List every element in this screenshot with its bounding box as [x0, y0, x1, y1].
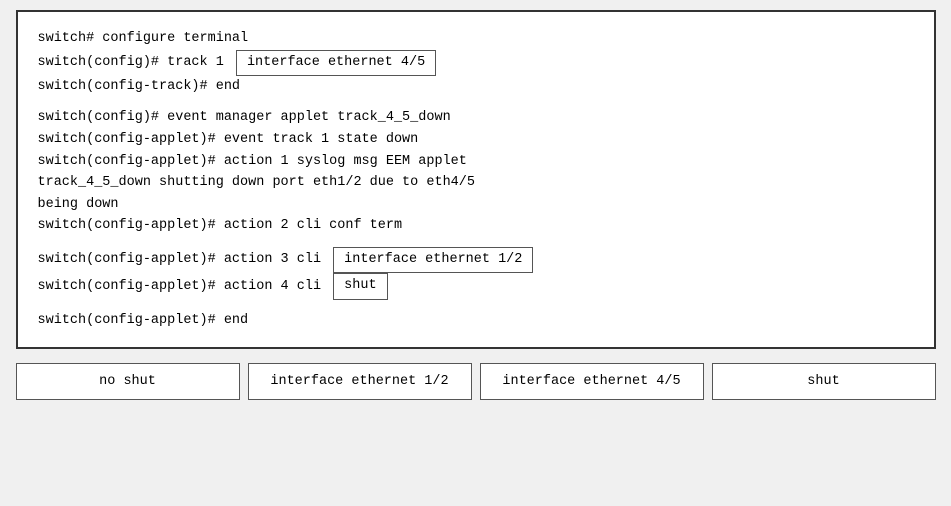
terminal-container: switch# configure terminal switch(config…	[16, 10, 936, 349]
terminal-text-2: switch(config)# track 1	[38, 52, 232, 74]
bottom-bar: no shut interface ethernet 1/2 interface…	[16, 363, 936, 400]
spacer-3	[38, 300, 914, 310]
spacer-1	[38, 97, 914, 107]
terminal-line-2: switch(config)# track 1 interface ethern…	[38, 50, 914, 76]
terminal-text-4: switch(config)# event manager applet tra…	[38, 107, 451, 129]
btn-interface-ethernet-1-2[interactable]: interface ethernet 1/2	[248, 363, 472, 400]
terminal-text-5: switch(config-applet)# event track 1 sta…	[38, 129, 419, 151]
terminal-text-10: switch(config-applet)# action 3 cli	[38, 249, 330, 271]
terminal-line-6: switch(config-applet)# action 1 syslog m…	[38, 151, 914, 173]
terminal-line-12: switch(config-applet)# end	[38, 310, 914, 332]
terminal-text-9: switch(config-applet)# action 2 cli conf…	[38, 215, 403, 237]
inline-box-shut[interactable]: shut	[333, 273, 387, 299]
terminal-text-1: switch# configure terminal	[38, 28, 249, 50]
terminal-text-12: switch(config-applet)# end	[38, 310, 249, 332]
inline-box-ethernet-4-5[interactable]: interface ethernet 4/5	[236, 50, 436, 76]
terminal-line-11: switch(config-applet)# action 4 cli shut	[38, 273, 914, 299]
btn-no-shut[interactable]: no shut	[16, 363, 240, 400]
terminal-text-8: being down	[38, 194, 119, 216]
terminal-line-7: track_4_5_down shutting down port eth1/2…	[38, 172, 914, 194]
terminal-line-10: switch(config-applet)# action 3 cli inte…	[38, 247, 914, 273]
btn-shut[interactable]: shut	[712, 363, 936, 400]
terminal-text-3: switch(config-track)# end	[38, 76, 241, 98]
terminal-line-3: switch(config-track)# end	[38, 76, 914, 98]
terminal-text-7: track_4_5_down shutting down port eth1/2…	[38, 172, 475, 194]
btn-interface-ethernet-4-5[interactable]: interface ethernet 4/5	[480, 363, 704, 400]
terminal-line-8: being down	[38, 194, 914, 216]
inline-box-ethernet-1-2[interactable]: interface ethernet 1/2	[333, 247, 533, 273]
spacer-2	[38, 237, 914, 247]
terminal-line-4: switch(config)# event manager applet tra…	[38, 107, 914, 129]
terminal-text-11: switch(config-applet)# action 4 cli	[38, 276, 330, 298]
terminal-line-1: switch# configure terminal	[38, 28, 914, 50]
terminal-line-9: switch(config-applet)# action 2 cli conf…	[38, 215, 914, 237]
terminal-line-5: switch(config-applet)# event track 1 sta…	[38, 129, 914, 151]
terminal-text-6: switch(config-applet)# action 1 syslog m…	[38, 151, 467, 173]
